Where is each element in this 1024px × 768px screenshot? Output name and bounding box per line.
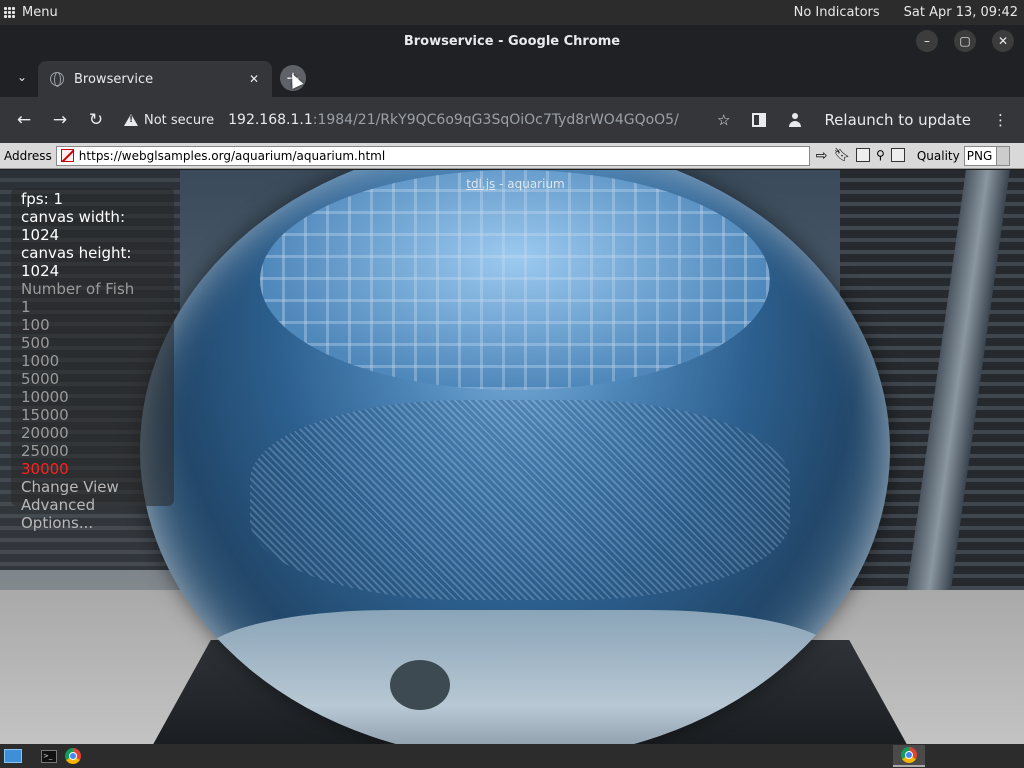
omnibox-url[interactable]: 192.168.1.1:1984/21/RkY9QC6o9qG3SqOiOc7T…: [228, 112, 679, 128]
chrome-window-icon: [901, 747, 917, 763]
desktop-icon: [4, 749, 22, 763]
dome-reflection: [260, 170, 770, 390]
sand-bottom: [200, 610, 840, 744]
forward-button[interactable]: →: [46, 106, 74, 134]
reload-icon: ↻: [88, 110, 104, 130]
clock[interactable]: Sat Apr 13, 09:42: [904, 5, 1018, 20]
back-button[interactable]: ←: [10, 106, 38, 134]
close-window-button[interactable]: ✕: [992, 30, 1014, 52]
minimize-button[interactable]: –: [916, 30, 938, 52]
chrome-icon: [65, 748, 81, 764]
menu-label: Menu: [22, 5, 58, 20]
tdl-link[interactable]: tdl.js: [466, 177, 495, 191]
show-desktop-button[interactable]: [2, 746, 24, 766]
maximize-button[interactable]: ▢: [954, 30, 976, 52]
warning-icon: [124, 114, 138, 126]
close-icon: ✕: [997, 34, 1009, 48]
taskbar-chrome-window[interactable]: [893, 745, 925, 767]
bookmark-icon[interactable]: 🔖︎: [834, 148, 851, 164]
fish-option-1[interactable]: 1: [21, 298, 164, 316]
browser-toolbar: ← → ↻ Not secure 192.168.1.1:1984/21/RkY…: [0, 97, 1024, 143]
fish-option-30000[interactable]: 30000: [21, 460, 164, 478]
minimize-icon: –: [924, 34, 930, 48]
url-host: 192.168.1.1: [228, 112, 313, 128]
demo-title-rest: - aquarium: [495, 177, 565, 191]
site-info-button[interactable]: Not secure: [124, 113, 214, 128]
go-arrow-icon[interactable]: ⇨: [816, 148, 828, 164]
change-view-option[interactable]: Change View: [21, 478, 164, 496]
window-title-bar: Browservice - Google Chrome – ▢ ✕: [0, 25, 1024, 57]
fish-option-15000[interactable]: 15000: [21, 406, 164, 424]
taskbar: >_: [0, 744, 1024, 768]
address-label: Address: [4, 148, 52, 163]
fish-option-20000[interactable]: 20000: [21, 424, 164, 442]
security-label: Not secure: [144, 112, 215, 128]
webgl-aquarium-canvas[interactable]: tdl.js - aquarium fps: 1 canvas width: 1…: [0, 170, 1024, 744]
tab-close-button[interactable]: ✕: [246, 71, 262, 87]
maximize-icon: ▢: [959, 34, 971, 48]
binoculars-icon[interactable]: ⚲: [876, 148, 885, 164]
chrome-launcher[interactable]: [62, 746, 84, 766]
profile-icon[interactable]: [788, 113, 802, 127]
canvas-width-readout: canvas width: 1024: [21, 208, 125, 244]
fish-option-1000[interactable]: 1000: [21, 352, 164, 370]
fish-school: [250, 400, 790, 600]
fish-option-100[interactable]: 100: [21, 316, 164, 334]
terminal-icon: >_: [41, 749, 57, 763]
arrow-left-icon: ←: [16, 110, 32, 130]
address-value: https://webglsamples.org/aquarium/aquari…: [78, 148, 386, 163]
app-menu-button[interactable]: Menu: [0, 5, 58, 20]
quality-label: Quality: [916, 148, 960, 163]
options-option[interactable]: Options...: [21, 514, 164, 532]
aquarium-bowl: [140, 170, 890, 744]
fps-readout: fps: 1: [21, 190, 63, 208]
insecure-lock-icon: [60, 149, 74, 162]
window-title: Browservice - Google Chrome: [403, 33, 621, 49]
clipboard-icon[interactable]: [890, 147, 905, 162]
fish-option-10000[interactable]: 10000: [21, 388, 164, 406]
tab-browservice[interactable]: Browservice ✕: [38, 61, 272, 97]
more-menu-icon[interactable]: ⋮: [993, 111, 1008, 129]
fish-count-heading: Number of Fish: [21, 280, 135, 298]
quality-value: PNG: [966, 148, 993, 163]
fish-option-25000[interactable]: 25000: [21, 442, 164, 460]
bookmark-star-icon[interactable]: ☆: [717, 111, 730, 129]
rock: [390, 660, 450, 710]
tab-label: Browservice: [74, 71, 154, 87]
terminal-launcher[interactable]: >_: [38, 746, 60, 766]
url-path: :1984/21/RkY9QC6o9qG3SqOiOc7Tyd8rWO4GQoO…: [312, 112, 679, 128]
apps-grid-icon: [4, 7, 15, 18]
address-input[interactable]: https://webglsamples.org/aquarium/aquari…: [55, 145, 810, 166]
canvas-height-readout: canvas height: 1024: [21, 244, 132, 280]
system-top-panel: Menu No Indicators Sat Apr 13, 09:42: [0, 0, 1024, 25]
globe-icon: [50, 72, 64, 87]
advanced-option[interactable]: Advanced: [21, 496, 164, 514]
relaunch-button[interactable]: Relaunch to update: [824, 111, 971, 129]
tab-strip: ⌄ Browservice ✕ +: [0, 57, 1024, 97]
quality-select[interactable]: PNG: [963, 145, 1010, 166]
side-panel-icon[interactable]: [752, 113, 767, 127]
remote-address-bar: Address https://webglsamples.org/aquariu…: [0, 143, 1024, 169]
reload-button[interactable]: ↻: [82, 106, 110, 134]
find-icon[interactable]: [856, 147, 871, 162]
tab-search-button[interactable]: ⌄: [12, 67, 32, 87]
fish-option-500[interactable]: 500: [21, 334, 164, 352]
indicators-label[interactable]: No Indicators: [794, 5, 880, 20]
arrow-right-icon: →: [52, 110, 68, 130]
chevron-down-icon: ⌄: [16, 70, 28, 84]
fish-option-5000[interactable]: 5000: [21, 370, 164, 388]
settings-overlay: fps: 1 canvas width: 1024 canvas height:…: [11, 188, 174, 532]
